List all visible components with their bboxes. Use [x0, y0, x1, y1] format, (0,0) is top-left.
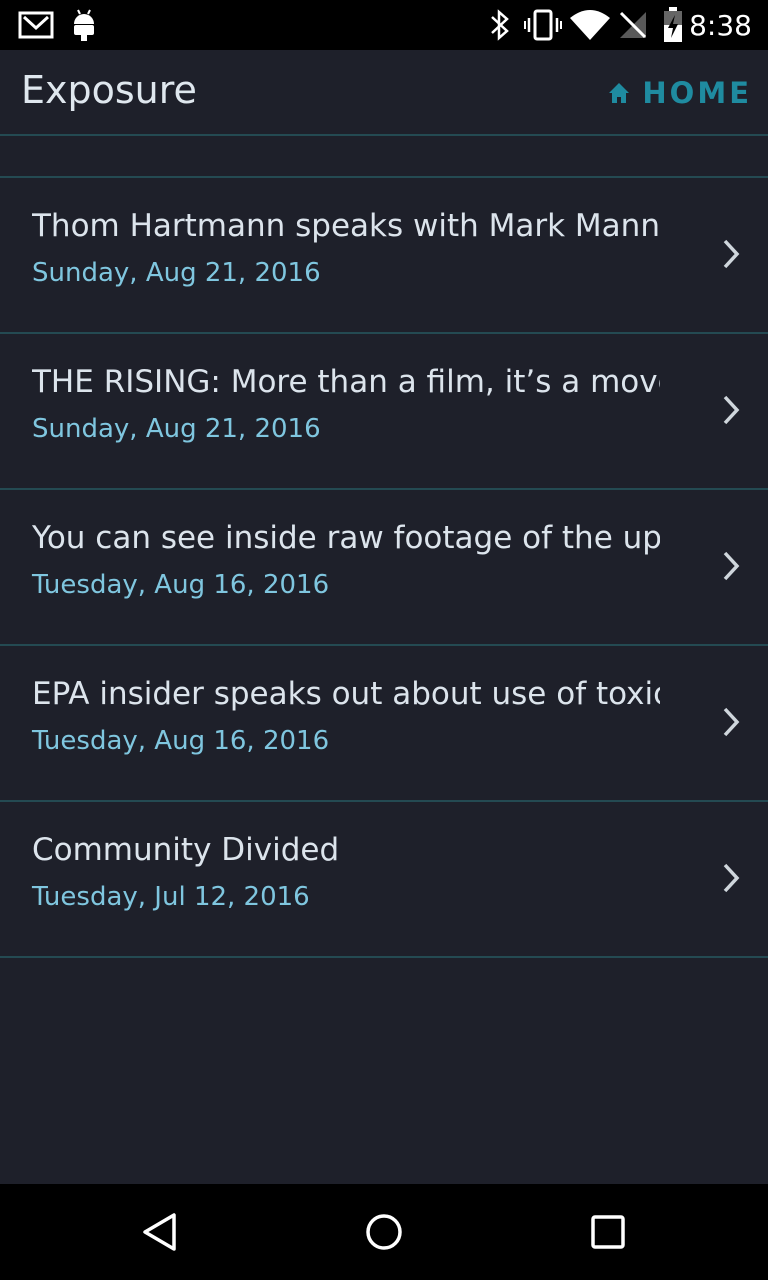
home-circle-icon[interactable]	[364, 1212, 404, 1252]
wifi-icon	[570, 10, 610, 40]
navigation-bar	[0, 1184, 768, 1280]
chevron-right-icon	[723, 395, 740, 425]
chevron-right-icon	[723, 707, 740, 737]
list-item[interactable]: Community Divided Tuesday, Jul 12, 2016	[0, 802, 768, 958]
list-header-spacer	[0, 136, 768, 178]
item-title: Thom Hartmann speaks with Mark Manning	[32, 208, 660, 244]
home-button[interactable]: HOME	[608, 76, 752, 110]
gmail-icon	[18, 11, 54, 39]
app-bar: Exposure HOME	[0, 50, 768, 136]
vibrate-icon	[524, 9, 562, 41]
item-date: Tuesday, Aug 16, 2016	[32, 726, 330, 756]
page-title: Exposure	[21, 68, 197, 112]
no-signal-icon	[619, 11, 647, 39]
item-date: Sunday, Aug 21, 2016	[32, 414, 321, 444]
home-label: HOME	[642, 76, 752, 110]
item-title: EPA insider speaks out about use of toxi…	[32, 676, 660, 712]
list-item[interactable]: THE RISING: More than a film, it’s a mov…	[0, 334, 768, 490]
chevron-right-icon	[723, 551, 740, 581]
article-list: Thom Hartmann speaks with Mark Manning S…	[0, 178, 768, 958]
status-bar: 8:38	[0, 0, 768, 50]
item-date: Tuesday, Jul 12, 2016	[32, 882, 310, 912]
item-date: Sunday, Aug 21, 2016	[32, 258, 321, 288]
item-title: THE RISING: More than a film, it’s a mov…	[32, 364, 660, 400]
chevron-right-icon	[723, 239, 740, 269]
list-item[interactable]: EPA insider speaks out about use of toxi…	[0, 646, 768, 802]
android-icon	[74, 9, 94, 41]
home-icon	[609, 83, 630, 103]
item-title: You can see inside raw footage of the up…	[32, 520, 660, 556]
recents-icon[interactable]	[590, 1212, 626, 1252]
back-icon[interactable]	[140, 1212, 180, 1252]
list-item[interactable]: Thom Hartmann speaks with Mark Manning S…	[0, 178, 768, 334]
list-item[interactable]: You can see inside raw footage of the up…	[0, 490, 768, 646]
chevron-right-icon	[723, 863, 740, 893]
status-time: 8:38	[689, 9, 752, 42]
bluetooth-icon	[491, 9, 509, 41]
item-date: Tuesday, Aug 16, 2016	[32, 570, 330, 600]
item-title: Community Divided	[32, 832, 340, 868]
battery-charging-icon	[664, 7, 682, 42]
